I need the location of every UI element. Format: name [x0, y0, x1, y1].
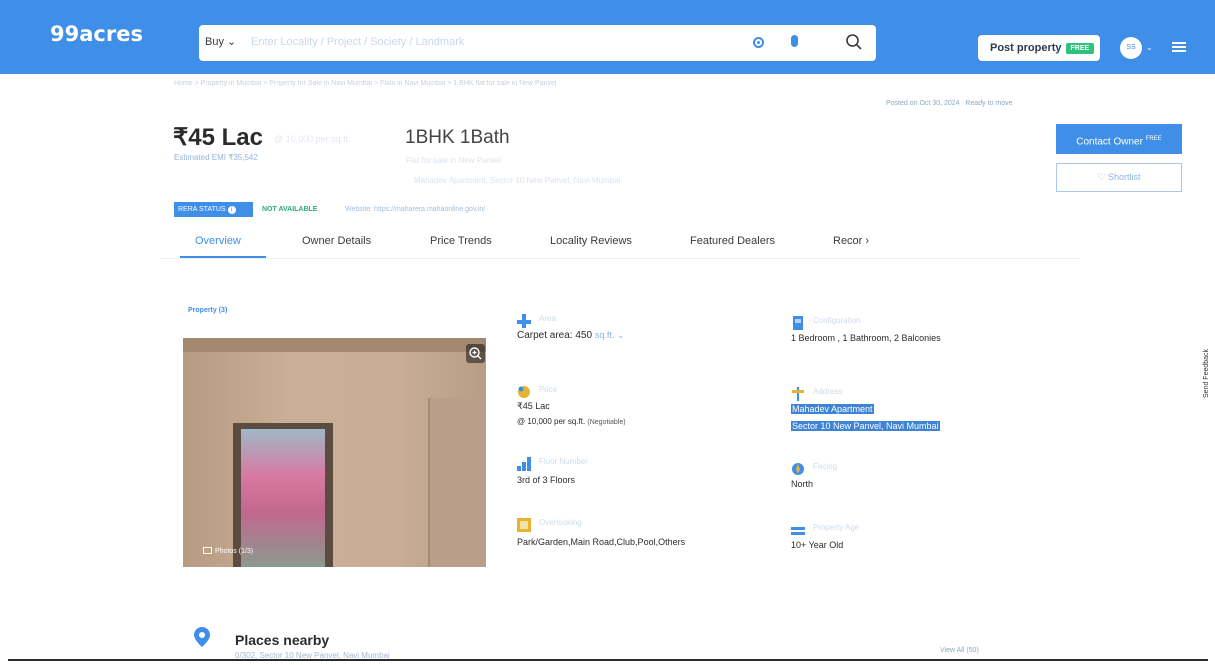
view-all-link[interactable]: View All (50): [940, 647, 979, 654]
chevron-right-icon[interactable]: ›: [865, 235, 869, 247]
tabs-divider: [160, 258, 1080, 259]
address-label: Address: [813, 387, 843, 396]
location-pin-icon: [194, 627, 210, 647]
send-feedback-tab[interactable]: Send Feedback: [1203, 349, 1210, 398]
free-badge: FREE: [1065, 43, 1095, 54]
hamburger-menu-icon[interactable]: [1172, 42, 1186, 52]
photo-door: [428, 398, 486, 567]
area-label: Area: [539, 314, 556, 323]
mic-icon[interactable]: [791, 35, 798, 47]
shortlist-button[interactable]: ♡ Shortlist: [1056, 163, 1182, 192]
address-line-1: Mahadev Apartment: [791, 404, 874, 414]
detail-address: Address Mahadev Apartment Sector 10 New …: [791, 387, 940, 431]
floor-label: Floor Number: [539, 457, 588, 466]
breadcrumb[interactable]: Home > Property in Mumbai > Property for…: [174, 80, 914, 87]
configuration-value: 1 Bedroom , 1 Bathroom, 2 Balconies: [791, 333, 941, 343]
price-tag-icon: [518, 386, 530, 398]
overlooking-value: Park/Garden,Main Road,Club,Pool,Others: [517, 537, 686, 547]
price-value: ₹45 Lac: [517, 401, 550, 411]
listing-address: Mahadev Apartment, Sector 10 New Panvel,…: [414, 176, 621, 185]
detail-area: Area Carpet area: 450 sq.ft. ⌄: [517, 314, 624, 341]
rera-website-link[interactable]: Website: https://maharera.mahaonline.gov…: [345, 206, 485, 213]
post-property-button[interactable]: Post property FREE: [978, 35, 1100, 61]
address-line-2: Sector 10 New Panvel, Navi Mumbai: [791, 421, 940, 431]
overlooking-icon: [517, 518, 531, 532]
photo-window: [233, 423, 333, 567]
contact-owner-button[interactable]: Contact Owner FREE: [1056, 124, 1182, 154]
tab-featured-dealers[interactable]: Featured Dealers: [690, 235, 775, 247]
tab-owner-details[interactable]: Owner Details: [302, 235, 371, 247]
photos-counter[interactable]: Photos (1/3): [203, 547, 253, 555]
detail-price: Price ₹45 Lac @ 10,000 per sq.ft. (Negot…: [517, 385, 626, 426]
detail-facing: Facing North: [791, 462, 837, 489]
detail-overlooking: Overlooking Park/Garden,Main Road,Club,P…: [517, 518, 685, 547]
top-navbar: 99acres Buy ⌄ Enter Locality / Project /…: [0, 0, 1215, 74]
signpost-icon: [792, 387, 804, 401]
location-icon[interactable]: [753, 37, 764, 48]
zoom-icon[interactable]: [466, 344, 485, 363]
heart-icon: ♡: [1097, 172, 1106, 182]
avatar[interactable]: SS: [1120, 37, 1142, 59]
listing-price: ₹45 Lac: [173, 124, 263, 151]
detail-property-age: Property Age 10+ Year Old: [791, 523, 859, 550]
rera-status-badge: RERA STATUS i: [174, 202, 253, 217]
chevron-down-icon[interactable]: ⌄: [1146, 43, 1153, 52]
price-per-sqft: @ 10,000 per sq.ft.: [274, 134, 351, 144]
active-tab-indicator: [180, 256, 266, 258]
image-icon: [203, 547, 212, 554]
search-bar[interactable]: Buy ⌄ Enter Locality / Project / Society…: [199, 25, 876, 61]
buy-dropdown[interactable]: Buy ⌄: [205, 35, 236, 48]
compass-icon: [792, 463, 804, 475]
tab-price-trends[interactable]: Price Trends: [430, 235, 492, 247]
property-age-label: Property Age: [813, 523, 860, 532]
search-input[interactable]: Enter Locality / Project / Society / Lan…: [251, 36, 464, 48]
overlooking-label: Overlooking: [539, 518, 582, 527]
price-label: Price: [539, 385, 558, 394]
area-icon: [517, 314, 531, 328]
property-age-value: 10+ Year Old: [791, 540, 844, 550]
price-per-sqft-value: @ 10,000 per sq.ft. (Negotiable): [517, 417, 626, 426]
logo[interactable]: 99acres: [50, 22, 143, 46]
configuration-label: Configuration: [813, 316, 861, 325]
bed-icon: [793, 316, 803, 330]
tab-recommendations[interactable]: Recor ›: [833, 235, 869, 247]
photo-ceiling: [183, 338, 486, 352]
detail-floor: Floor Number 3rd of 3 Floors: [517, 457, 588, 485]
unit-dropdown[interactable]: sq.ft. ⌄: [595, 330, 625, 340]
floors-icon: [517, 457, 531, 471]
search-icon[interactable]: [845, 33, 863, 51]
listing-config-title: 1BHK 1Bath: [405, 127, 510, 148]
property-photo[interactable]: Photos (1/3): [183, 338, 486, 567]
info-icon[interactable]: i: [227, 206, 236, 214]
facing-value: North: [791, 479, 814, 489]
estimated-emi-link[interactable]: Estimated EMI ₹35,542: [174, 153, 258, 162]
facing-label: Facing: [813, 462, 838, 471]
property-photos-label: Property (3): [188, 307, 228, 314]
tab-locality-reviews[interactable]: Locality Reviews: [550, 235, 632, 247]
rera-status-value: NOT AVAILABLE: [262, 206, 318, 213]
tab-overview[interactable]: Overview: [195, 235, 241, 247]
posted-info: Posted on Oct 30, 2024 Ready to move: [886, 100, 1013, 107]
area-value: Carpet area: 450 sq.ft. ⌄: [517, 330, 625, 341]
places-nearby-title: Places nearby: [235, 632, 330, 648]
listing-type: Flat for sale in New Panvel: [406, 156, 502, 165]
bottom-border: [8, 659, 1208, 661]
floor-value: 3rd of 3 Floors: [517, 475, 576, 485]
building-age-icon: [791, 527, 805, 535]
detail-configuration: Configuration 1 Bedroom , 1 Bathroom, 2 …: [791, 316, 941, 343]
photo-window-view: [241, 429, 325, 567]
